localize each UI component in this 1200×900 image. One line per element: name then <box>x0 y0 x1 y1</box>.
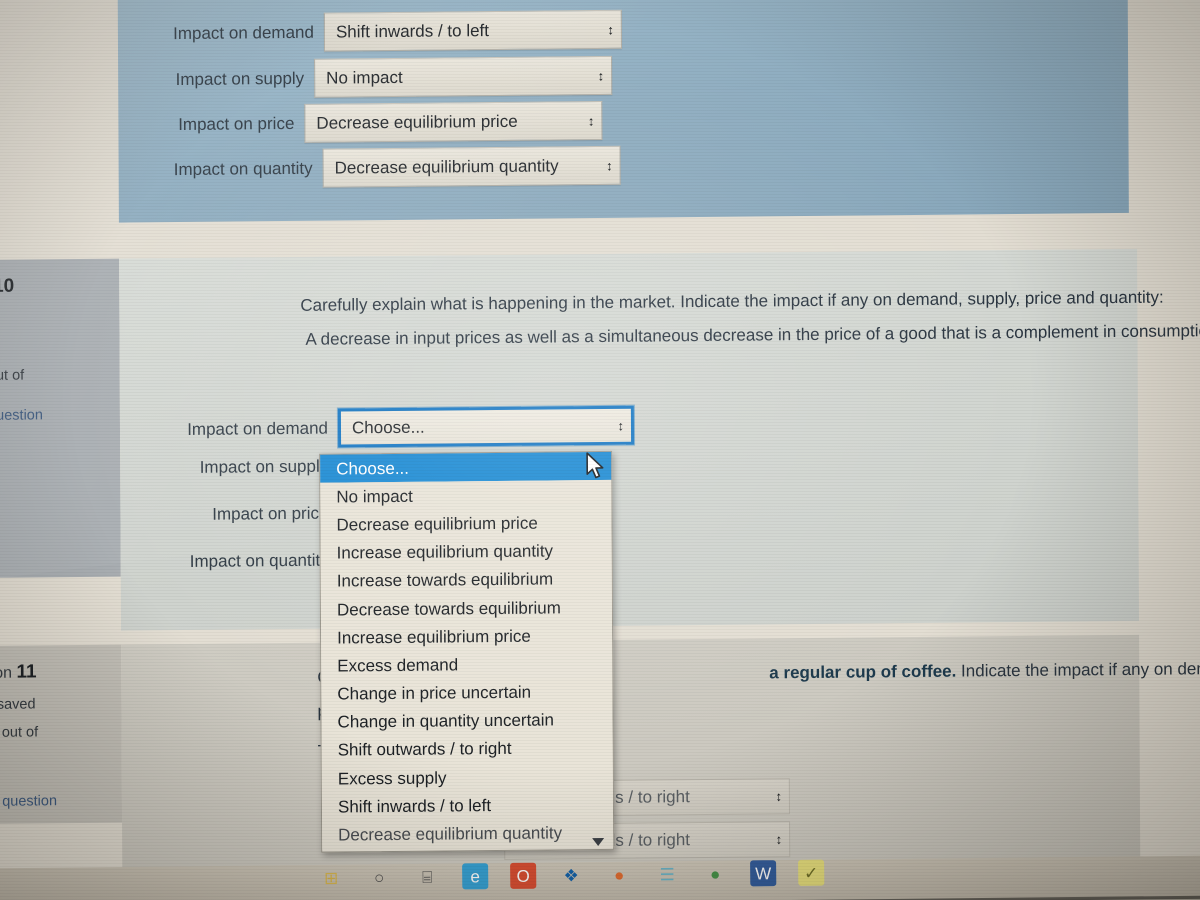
question-state-line: ered <box>0 332 110 362</box>
laptop-screen-photo: Impact on demand Shift inwards / to left… <box>0 0 1200 900</box>
dropbox-icon[interactable]: ❖ <box>558 862 584 888</box>
answer-row: Impact on price Decrease equilibrium pri… <box>126 100 603 145</box>
question-prompt-line-1: Carefully explain what is happening in t… <box>300 287 1164 315</box>
select-arrow-icon: ↕ <box>617 417 624 433</box>
taskbar-icon-strip[interactable]: ⊞ ○ ⌸ e O ❖ ● ☰ ● W ✓ <box>318 859 825 891</box>
answer-row: Impact on quantity Decrease equilibrium … <box>125 145 621 190</box>
question-block-9: Impact on demand Shift inwards / to left… <box>117 0 1129 223</box>
chevron-down-icon[interactable] <box>592 837 605 846</box>
select-arrow-icon: ↕ <box>775 788 781 804</box>
row-label: Impact on demand <box>187 418 329 439</box>
row-label: Impact on price <box>178 113 295 134</box>
select-arrow-icon: ↕ <box>606 157 612 173</box>
question-state-line: wer saved <box>0 696 36 713</box>
dropdown-option[interactable]: Decrease equilibrium quantity <box>322 818 614 850</box>
select-arrow-icon: ↕ <box>775 831 782 847</box>
question-body-10: Carefully explain what is happening in t… <box>119 248 1200 631</box>
question-body-11: Carefully explain wh a regular cup of co… <box>121 634 1200 875</box>
word-icon[interactable]: W <box>750 860 777 887</box>
dropdown-option[interactable]: Excess demand <box>321 649 613 681</box>
dropdown-options-list[interactable]: Choose... No impact Decrease equilibrium p… <box>319 450 615 853</box>
question-info-panel-11: estion 11 wer saved rked out of 0 Flag q… <box>0 644 123 825</box>
select-value: No impact <box>326 67 403 88</box>
dropdown-option[interactable]: Decrease towards equilibrium <box>320 592 613 624</box>
select-impact-on-supply[interactable]: No impact ↕ <box>314 55 613 98</box>
select-value: Shift inwards / to left <box>335 20 490 42</box>
dropdown-option[interactable]: No impact <box>320 480 612 512</box>
dropdown-option[interactable]: Change in quantity uncertain <box>321 705 613 737</box>
office-icon[interactable]: O <box>510 862 537 889</box>
browser-viewport: Impact on demand Shift inwards / to left… <box>0 0 1200 877</box>
row-label: Impact on quantity <box>189 550 329 571</box>
question-body-9: Impact on demand Shift inwards / to left… <box>117 0 1129 223</box>
question-marks-value: 0 <box>0 746 112 776</box>
row-label: Impact on quantity <box>173 158 313 179</box>
chrome-icon[interactable]: ● <box>702 861 728 887</box>
windows-start-icon[interactable]: ⊞ <box>318 865 344 891</box>
question-state-line: et <box>0 304 109 334</box>
explorer-icon[interactable]: ☰ <box>654 861 680 887</box>
select-value: Choose... <box>351 417 425 437</box>
row-label: Impact on price <box>212 503 329 524</box>
question-marks-label: rked out of <box>0 724 39 742</box>
select-impact-on-demand-open[interactable]: Choose... ↕ <box>337 405 635 448</box>
flag-question-link-11[interactable]: Flag question <box>0 775 112 817</box>
firefox-icon[interactable]: ● <box>606 862 632 888</box>
select-arrow-icon: ↕ <box>587 113 594 129</box>
select-value: Decrease equilibrium price <box>316 111 518 133</box>
select-value: Decrease equilibrium quantity <box>334 155 559 178</box>
task-view-icon[interactable]: ⌸ <box>414 864 440 890</box>
dropdown-option[interactable]: Choose... <box>320 451 612 483</box>
prompt-tail: Indicate the impact if any on demand, su… <box>960 658 1200 681</box>
row-label: Impact on demand <box>173 22 314 43</box>
dropdown-option[interactable]: Increase equilibrium price <box>321 621 613 652</box>
select-arrow-icon: ↕ <box>597 67 604 84</box>
question-number-10: ion 10 <box>0 275 15 297</box>
question-number-11: estion 11 <box>0 661 37 683</box>
row-label: Impact on supply <box>199 456 329 477</box>
prompt-bold-phrase: a regular cup of coffee. <box>769 661 957 683</box>
select-impact-on-price[interactable]: Decrease equilibrium price ↕ <box>304 100 603 143</box>
dropdown-option[interactable]: Increase towards equilibrium <box>320 564 612 596</box>
select-impact-on-demand[interactable]: Shift inwards / to left ↕ <box>323 9 623 52</box>
row-label: Impact on supply <box>175 68 305 89</box>
question-prompt-line-2: A decrease in input prices as well as a … <box>305 321 1200 349</box>
select-impact-on-quantity[interactable]: Decrease equilibrium quantity ↕ <box>322 145 621 188</box>
edge-browser-icon[interactable]: e <box>462 863 489 890</box>
dropdown-option[interactable]: Excess supply <box>321 761 613 793</box>
cortana-search-icon[interactable]: ○ <box>366 864 392 890</box>
dropdown-option[interactable]: Shift inwards / to left <box>321 790 614 822</box>
dropdown-option[interactable]: Decrease equilibrium price <box>320 508 612 540</box>
answer-row: Impact on quantity <box>147 551 339 573</box>
check-app-icon[interactable]: ✓ <box>798 859 825 886</box>
select-arrow-icon: ↕ <box>607 21 613 37</box>
dropdown-option[interactable]: Change in price uncertain <box>321 677 613 709</box>
answer-row: Impact on demand Shift inwards / to left… <box>128 9 623 54</box>
flag-question-link-10[interactable]: ag question <box>0 389 110 431</box>
question-prompt-line-1-right: a regular cup of coffee. Indicate the im… <box>769 655 1200 686</box>
answer-row: Impact on supply No impact ↕ <box>128 55 613 100</box>
answer-row: Impact on supply <box>148 457 338 479</box>
answer-row: Impact on price <box>148 504 338 526</box>
dropdown-option[interactable]: Shift outwards / to right <box>321 733 613 765</box>
question-info-panel-10: ion 10 et ered ed out of ag question <box>0 258 121 579</box>
mouse-cursor-icon <box>586 452 604 479</box>
dropdown-option[interactable]: Increase equilibrium quantity <box>320 536 612 568</box>
question-marks: ed out of <box>0 367 25 384</box>
answer-row: Impact on demand Choose... ↕ <box>150 405 635 450</box>
